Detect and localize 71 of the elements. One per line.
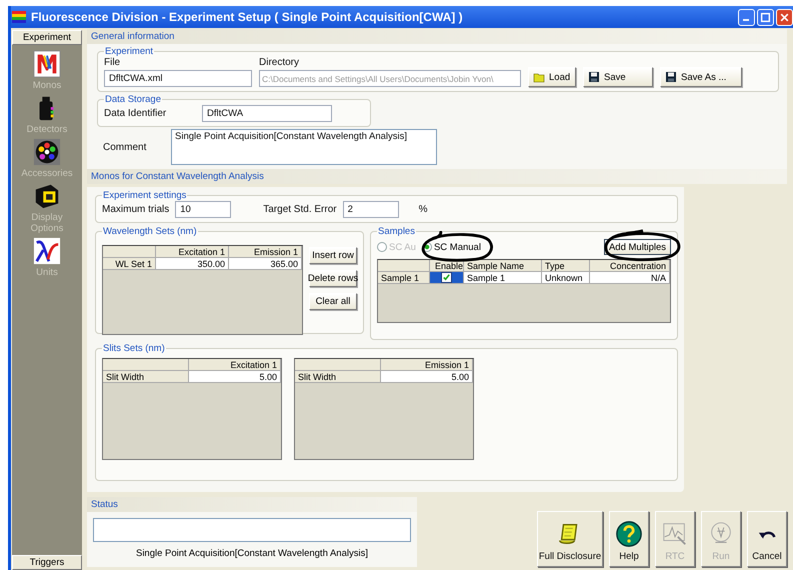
window-title: Fluorescence Division - Experiment Setup ( Single Point Acquisition[CWA] )	[31, 10, 463, 24]
column-header: Type	[542, 260, 590, 272]
close-icon	[779, 12, 790, 22]
group-legend: Samples	[377, 226, 416, 237]
table-cell[interactable]: 365.00	[229, 258, 302, 270]
row-header: Slit Width	[295, 371, 381, 383]
unit-label: %	[418, 204, 428, 215]
input-field[interactable]: DfltCWA	[202, 105, 332, 122]
table-cell[interactable]: N/A	[590, 272, 670, 284]
input-field[interactable]: DfltCWA.xml	[104, 70, 252, 87]
minimize-icon	[743, 18, 749, 20]
field-label: Comment	[103, 142, 148, 152]
column-header: Emission 1	[381, 359, 473, 371]
row-header: Slit Width	[103, 371, 189, 383]
section-header: Status	[87, 497, 417, 512]
folder-icon	[533, 71, 545, 83]
lambda-icon	[33, 237, 61, 265]
help-icon	[615, 520, 643, 548]
column-header	[103, 246, 156, 258]
grid-button[interactable]: Delete rows	[309, 270, 357, 287]
table-cell[interactable]: 5.00	[189, 371, 281, 383]
grid-button[interactable]: Insert row	[309, 247, 357, 264]
input-field[interactable]: 10	[175, 201, 232, 218]
file-button[interactable]: Save As ...	[660, 67, 742, 87]
action-button[interactable]: Cancel	[747, 511, 787, 567]
maximize-button[interactable]	[757, 8, 774, 26]
input-field[interactable]: 2	[342, 201, 399, 218]
column-header: Concentration	[590, 260, 670, 272]
action-button[interactable]: Help	[609, 511, 649, 567]
undo-icon	[758, 530, 776, 539]
grid-button[interactable]: Clear all	[309, 293, 357, 310]
field-label: Target Std. Error	[263, 204, 337, 215]
group-legend: Experiment settings	[102, 190, 188, 201]
field-label: Directory	[259, 57, 300, 68]
field-label: Data Identifier	[104, 108, 168, 119]
status-message: Single Point Acquisition[Constant Wavelength Analysis]	[136, 548, 368, 559]
sidebar-tab[interactable]: Experiment	[12, 30, 82, 45]
app-icon	[12, 11, 26, 23]
checkbox[interactable]	[441, 272, 452, 283]
m-logo-icon	[33, 50, 61, 78]
field-label: File	[104, 57, 122, 68]
comment-field[interactable]: Single Point Acquisition[Constant Wavelength Analysis]	[171, 129, 437, 165]
table-cell[interactable]: 5.00	[381, 371, 473, 383]
group-legend: Slits Sets (nm)	[102, 343, 166, 354]
table-cell[interactable]: Unknown	[542, 272, 590, 284]
group-legend: Wavelength Sets (nm)	[102, 226, 198, 237]
monitor-icon	[33, 182, 61, 210]
sidebar-tab[interactable]: Triggers	[12, 555, 82, 570]
color-wheel-icon	[33, 138, 61, 166]
action-button[interactable]: Full Disclosure	[537, 511, 603, 567]
row-header: Sample 1	[378, 272, 430, 284]
section-header: General information	[87, 29, 787, 44]
close-button[interactable]	[776, 8, 793, 26]
group-legend: Experiment	[104, 46, 154, 57]
file-button[interactable]: Load	[528, 67, 576, 87]
field-label: Maximum trials	[102, 204, 170, 215]
table-cell[interactable]: Sample 1	[464, 272, 542, 284]
file-button[interactable]: Save	[583, 67, 653, 87]
table-cell[interactable]: 350.00	[156, 258, 229, 270]
column-header: Excitation 1	[156, 246, 229, 258]
radio-option[interactable]: SC Manual	[422, 242, 481, 252]
section-header: Monos for Constant Wavelength Analysis	[87, 169, 787, 184]
group-legend: Data Storage	[104, 94, 162, 105]
column-header: Emission 1	[229, 246, 302, 258]
minimize-button[interactable]	[738, 8, 755, 26]
column-header: Sample Name	[464, 260, 542, 272]
row-header: WL Set 1	[103, 258, 156, 270]
column-header: Excitation 1	[189, 359, 281, 371]
column-header	[378, 260, 430, 272]
maximize-icon	[760, 12, 771, 22]
add-multiples-button[interactable]: Add Multiples	[604, 239, 671, 255]
